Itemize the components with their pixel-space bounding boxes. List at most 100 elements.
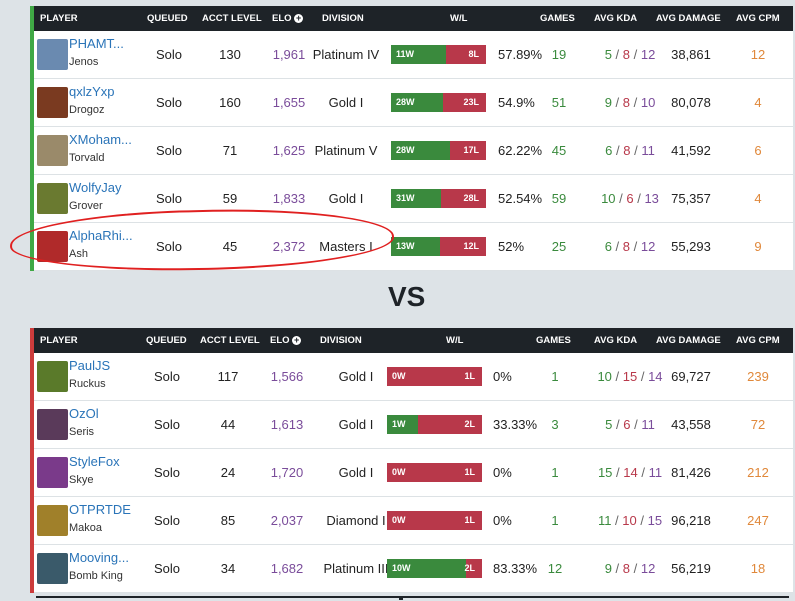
division-value: Diamond I [326, 513, 386, 528]
player-name-link[interactable]: WolfyJay [69, 180, 122, 196]
hero-avatar[interactable] [37, 409, 68, 440]
hero-avatar[interactable] [37, 39, 68, 70]
header-avg-damage[interactable]: AVG DAMAGE [656, 328, 721, 353]
kills-value: 15 [597, 465, 613, 480]
header-games[interactable]: GAMES [540, 6, 575, 31]
acct-level-value: 71 [222, 143, 238, 158]
hero-avatar[interactable] [37, 361, 68, 392]
kills-value: 5 [604, 47, 612, 62]
player-name-link[interactable]: OzOl [69, 406, 99, 422]
header-division[interactable]: DIVISION [320, 328, 362, 353]
division-value: Gold I [328, 95, 364, 110]
header-avg-cpm[interactable]: AVG CPM [736, 328, 780, 353]
kills-value: 11 [597, 513, 612, 528]
avg-cpm-value: 6 [754, 143, 762, 158]
player-row[interactable]: OTPRTDE Makoa Solo 85 2,037 Diamond I 0W 1L 0% 1 1… [34, 497, 793, 545]
hero-name: Jenos [69, 56, 99, 68]
hero-avatar[interactable] [37, 87, 68, 118]
deaths-value: 8 [622, 239, 630, 254]
info-icon[interactable]: + [292, 336, 302, 345]
win-loss-bar: 28W 17L [391, 141, 486, 160]
losses-label: 28L [463, 193, 479, 203]
win-loss-bar: 0W 1L [387, 463, 482, 482]
header-queued[interactable]: QUEUED [147, 6, 188, 31]
kda-separator: / [633, 191, 645, 206]
avg-damage-value: 55,293 [671, 239, 711, 254]
header-player[interactable]: PLAYER [40, 6, 78, 31]
info-icon[interactable]: + [294, 14, 304, 23]
losses-label: 8L [468, 49, 479, 59]
kda-separator: / [611, 369, 623, 384]
hero-name: Ruckus [69, 378, 106, 390]
winrate-value: 83.33% [493, 561, 538, 576]
header-acct-level[interactable]: ACCT LEVEL [200, 328, 260, 353]
player-name-link[interactable]: XMoham... [69, 132, 132, 148]
wins-label: 28W [396, 145, 415, 155]
hero-avatar[interactable] [37, 135, 68, 166]
wins-label: 10W [392, 563, 411, 573]
losses-label: 23L [463, 97, 479, 107]
wins-label: 11W [396, 49, 415, 59]
player-name-link[interactable]: Mooving... [69, 550, 129, 566]
acct-level-value: 34 [220, 561, 236, 576]
kills-value: 9 [604, 561, 612, 576]
header-avg-damage[interactable]: AVG DAMAGE [656, 6, 721, 31]
assists-value: 11 [641, 143, 655, 158]
kda-separator: / [630, 47, 641, 62]
header-division[interactable]: DIVISION [322, 6, 364, 31]
header-player[interactable]: PLAYER [40, 328, 78, 353]
player-row[interactable]: qxlzYxp Drogoz Solo 160 1,655 Gold I 28W 23L 54.… [34, 79, 793, 127]
player-name-link[interactable]: PaulJS [69, 358, 110, 374]
queued-value: Solo [153, 513, 181, 528]
player-row[interactable]: OzOl Seris Solo 44 1,613 Gold I 1W 2L 33.33% 3 5 /… [34, 401, 793, 449]
kda-separator: / [612, 143, 624, 158]
losses-label: 12L [463, 241, 479, 251]
hero-name: Bomb King [69, 570, 123, 582]
deaths-value: 10 [622, 513, 637, 528]
win-loss-bar: 28W 23L [391, 93, 486, 112]
winrate-value: 0% [493, 369, 512, 384]
hero-avatar[interactable] [37, 457, 68, 488]
player-row[interactable]: PHAMT... Jenos Solo 130 1,961 Platinum IV 11W 8… [34, 31, 793, 79]
assists-value: 12 [640, 239, 656, 254]
player-name-link[interactable]: OTPRTDE [69, 502, 131, 518]
losses-label: 17L [463, 145, 479, 155]
division-value: Gold I [338, 465, 374, 480]
player-name-link[interactable]: qxlzYxp [69, 84, 115, 100]
hero-avatar[interactable] [37, 505, 68, 536]
header-elo[interactable]: ELO + [270, 328, 302, 353]
header-acct-level[interactable]: ACCT LEVEL [202, 6, 262, 31]
avg-damage-value: 38,861 [671, 47, 711, 62]
header-wl[interactable]: W/L [446, 328, 463, 353]
avg-cpm-value: 9 [754, 239, 762, 254]
header-avg-kda[interactable]: AVG KDA [594, 6, 637, 31]
losses-label: 2L [464, 563, 475, 573]
hero-name: Skye [69, 474, 94, 486]
scroll-handle[interactable] [399, 596, 403, 600]
hero-avatar[interactable] [37, 553, 68, 584]
header-avg-kda[interactable]: AVG KDA [594, 328, 637, 353]
player-row[interactable]: Mooving... Bomb King Solo 34 1,682 Platinum I… [34, 545, 793, 593]
winrate-value: 0% [493, 465, 512, 480]
avg-cpm-value: 239 [747, 369, 769, 384]
player-name-link[interactable]: StyleFox [69, 454, 120, 470]
losses-label: 2L [464, 419, 475, 429]
header-queued[interactable]: QUEUED [146, 328, 187, 353]
header-avg-cpm[interactable]: AVG CPM [736, 6, 780, 31]
kda-separator: / [630, 561, 641, 576]
header-games[interactable]: GAMES [536, 328, 571, 353]
player-row[interactable]: XMoham... Torvald Solo 71 1,625 Platinum V 28W… [34, 127, 793, 175]
acct-level-value: 44 [220, 417, 236, 432]
wins-label: 1W [392, 419, 406, 429]
hero-avatar[interactable] [37, 183, 68, 214]
winrate-value: 62.22% [498, 143, 543, 158]
player-row[interactable]: PaulJS Ruckus Solo 117 1,566 Gold I 0W 1L 0% 1 10 … [34, 353, 793, 401]
player-name-link[interactable]: PHAMT... [69, 36, 124, 52]
header-elo[interactable]: ELO + [272, 6, 304, 31]
games-value: 45 [551, 143, 567, 158]
header-wl[interactable]: W/L [450, 6, 467, 31]
player-row[interactable]: StyleFox Skye Solo 24 1,720 Gold I 0W 1L 0% 1 15 /… [34, 449, 793, 497]
deaths-value: 14 [623, 465, 638, 480]
deaths-value: 8 [622, 561, 630, 576]
avg-cpm-value: 12 [750, 47, 766, 62]
